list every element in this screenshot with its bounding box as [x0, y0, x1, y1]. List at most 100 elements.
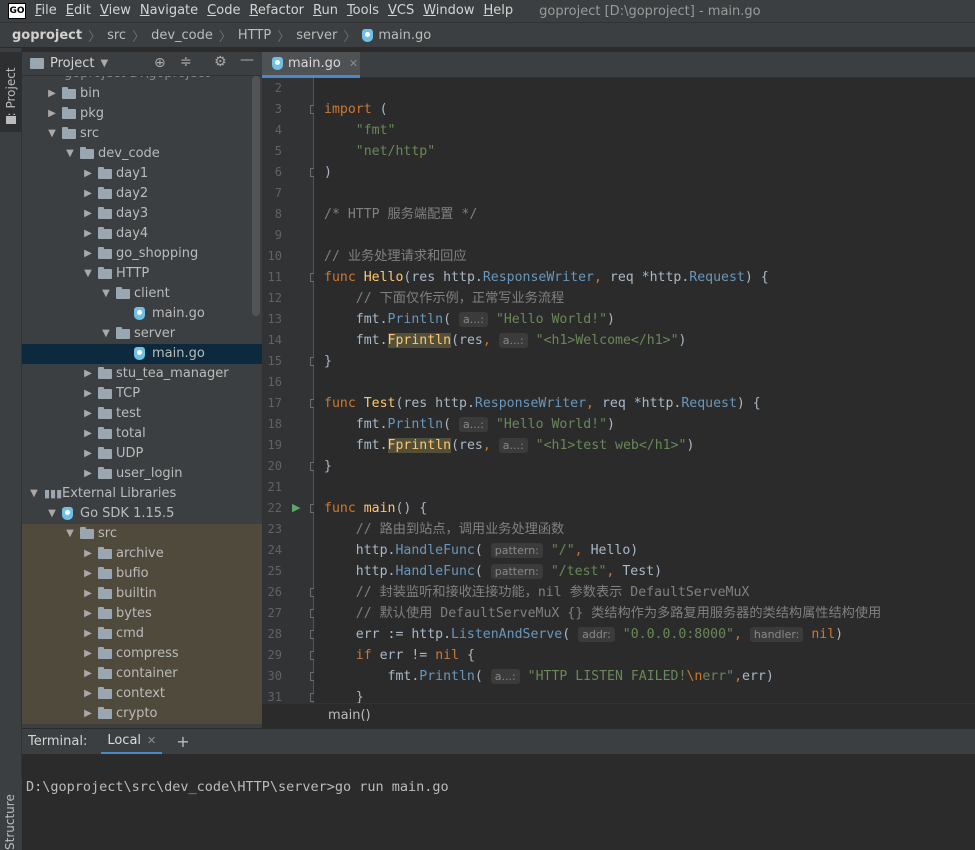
project-tool-tab[interactable]: 1: Project [0, 52, 22, 132]
tree-folder-item[interactable]: ▼ Go SDK 1.15.5 [22, 504, 262, 524]
terminal-tab-local[interactable]: Local ✕ [101, 729, 163, 755]
close-icon[interactable]: ✕ [349, 57, 358, 70]
code-line[interactable]: // 路由到站点，调用业务处理函数 [324, 519, 564, 540]
chevron-right-icon[interactable]: ▶ [82, 564, 94, 584]
chevron-right-icon[interactable]: ▶ [82, 244, 94, 264]
close-icon[interactable]: ✕ [147, 734, 156, 747]
tree-folder-item[interactable]: ▶ day4 [22, 224, 262, 244]
crumb-server[interactable]: server [296, 28, 337, 43]
code-line[interactable]: // 下面仅作示例，正常写业务流程 [324, 288, 564, 309]
editor-tab-main-go[interactable]: main.go ✕ [262, 52, 360, 78]
tree-root-partial[interactable]: goproject D:\goproject [22, 76, 262, 84]
tree-folder-item[interactable]: ▼ server [22, 324, 262, 344]
chevron-right-icon[interactable]: ▶ [82, 424, 94, 444]
chevron-right-icon[interactable]: ▶ [82, 644, 94, 664]
code-line[interactable]: http.HandleFunc( pattern: "/", Hello) [324, 540, 638, 561]
chevron-down-icon[interactable]: ▼ [100, 284, 112, 304]
tree-folder-item[interactable]: ▼ dev_code [22, 144, 262, 164]
tree-folder-item[interactable]: ▶ archive [22, 544, 262, 564]
menu-edit[interactable]: Edit [63, 0, 97, 22]
tree-folder-item[interactable]: ▶ bytes [22, 604, 262, 624]
chevron-right-icon[interactable]: ▶ [82, 584, 94, 604]
editor-breadcrumb-function[interactable]: main() [328, 708, 371, 723]
code-line[interactable]: ) [324, 162, 332, 183]
crumb-dev-code[interactable]: dev_code [151, 28, 213, 43]
tree-file-item[interactable]: main.go [22, 344, 262, 364]
tree-folder-item[interactable]: ▶ day2 [22, 184, 262, 204]
code-line[interactable]: // 业务处理请求和回应 [324, 246, 467, 267]
tree-folder-item[interactable]: ▼ client [22, 284, 262, 304]
add-terminal-button[interactable]: + [176, 732, 189, 751]
menu-run[interactable]: Run [310, 0, 344, 22]
chevron-right-icon[interactable]: ▶ [46, 84, 58, 104]
tree-folder-item[interactable]: ▶ crypto [22, 704, 262, 724]
menu-view[interactable]: View [97, 0, 137, 22]
chevron-down-icon[interactable]: ▼ [46, 504, 58, 524]
chevron-down-icon[interactable]: ▼ [64, 524, 76, 544]
hide-panel-icon[interactable]: — [240, 52, 254, 68]
tree-folder-item[interactable]: ▶ stu_tea_manager [22, 364, 262, 384]
tree-file-item[interactable]: main.go [22, 304, 262, 324]
chevron-right-icon[interactable]: ▶ [82, 684, 94, 704]
tree-folder-item[interactable]: ▶ total [22, 424, 262, 444]
code-line[interactable]: fmt.Fprintln(res, a...: "<h1>Welcome</h1… [324, 330, 687, 351]
crumb-project[interactable]: goproject [12, 28, 82, 43]
tree-folder-item[interactable]: ▶ bufio [22, 564, 262, 584]
collapse-all-icon[interactable]: ≑ [180, 54, 192, 70]
project-view-selector[interactable]: Project [50, 56, 94, 71]
tree-folder-item[interactable]: ▼ src [22, 124, 262, 144]
tree-folder-item[interactable]: ▶ test [22, 404, 262, 424]
code-line[interactable]: /* HTTP 服务端配置 */ [324, 204, 477, 225]
chevron-right-icon[interactable]: ▶ [82, 664, 94, 684]
tree-folder-item[interactable]: ▶ container [22, 664, 262, 684]
code-line[interactable]: } [324, 351, 332, 372]
gear-icon[interactable]: ⚙ [214, 54, 227, 70]
code-line[interactable]: "net/http" [324, 141, 435, 162]
tree-folder-item[interactable]: ▶ builtin [22, 584, 262, 604]
structure-tool-tab[interactable]: Structure [0, 778, 22, 850]
code-line[interactable]: } [324, 687, 364, 703]
code-line[interactable]: func Test(res http.ResponseWriter, req *… [324, 393, 761, 414]
code-line[interactable]: if err != nil { [324, 645, 475, 666]
chevron-right-icon[interactable]: ▶ [46, 104, 58, 124]
code-line[interactable]: func Hello(res http.ResponseWriter, req … [324, 267, 769, 288]
menu-vcs[interactable]: VCS [385, 0, 420, 22]
code-line[interactable]: // 封装监听和接收连接功能，nil 参数表示 DefaultServeMuX [324, 582, 750, 603]
menu-navigate[interactable]: Navigate [137, 0, 204, 22]
tree-folder-item[interactable]: ▼ HTTP [22, 264, 262, 284]
tree-folder-item[interactable]: ▶ cmd [22, 624, 262, 644]
menu-file[interactable]: File [32, 0, 63, 22]
chevron-right-icon[interactable]: ▶ [82, 544, 94, 564]
chevron-down-icon[interactable]: ▼ [82, 264, 94, 284]
run-gutter-icon[interactable]: ▶ [292, 501, 300, 514]
chevron-right-icon[interactable]: ▶ [82, 204, 94, 224]
tree-folder-item[interactable]: ▶ day1 [22, 164, 262, 184]
menu-window[interactable]: Window [420, 0, 480, 22]
chevron-down-icon[interactable]: ▼ [28, 484, 40, 504]
chevron-down-icon[interactable]: ▼ [100, 324, 112, 344]
code-line[interactable]: fmt.Fprintln(res, a...: "<h1>test web</h… [324, 435, 694, 456]
tree-folder-item[interactable]: ▶ UDP [22, 444, 262, 464]
tree-folder-item[interactable]: ▶ pkg [22, 104, 262, 124]
menu-tools[interactable]: Tools [344, 0, 385, 22]
tree-folder-item[interactable]: ▶ user_login [22, 464, 262, 484]
chevron-right-icon[interactable]: ▶ [82, 164, 94, 184]
tree-folder-item[interactable]: ▶ bin [22, 84, 262, 104]
tree-folder-item[interactable]: ▶ go_shopping [22, 244, 262, 264]
chevron-right-icon[interactable]: ▶ [82, 384, 94, 404]
code-line[interactable]: "fmt" [324, 120, 396, 141]
tree-folder-item[interactable]: ▶ day3 [22, 204, 262, 224]
terminal-body[interactable]: D:\goproject\src\dev_code\HTTP\server>go… [22, 754, 975, 850]
crumb-src[interactable]: src [107, 28, 126, 43]
code-line[interactable]: } [324, 456, 332, 477]
chevron-right-icon[interactable]: ▶ [82, 364, 94, 384]
chevron-right-icon[interactable]: ▶ [82, 604, 94, 624]
menu-refactor[interactable]: Refactor [246, 0, 310, 22]
tree-folder-item[interactable]: ▶ compress [22, 644, 262, 664]
menu-code[interactable]: Code [204, 0, 246, 22]
chevron-down-icon[interactable]: ▼ [100, 58, 108, 69]
chevron-down-icon[interactable]: ▼ [64, 144, 76, 164]
tree-folder-item[interactable]: ▶ TCP [22, 384, 262, 404]
chevron-right-icon[interactable]: ▶ [82, 704, 94, 724]
crumb-main-go[interactable]: main.go [378, 28, 431, 43]
